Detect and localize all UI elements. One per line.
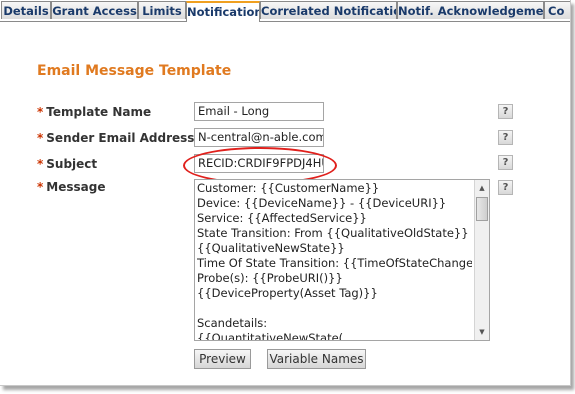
message-line: State Transition: From {{QualitativeOldS…	[197, 226, 472, 240]
message-label: * Message	[37, 180, 105, 194]
subject-label: * Subject	[37, 157, 97, 171]
tab-notification[interactable]: Notification	[186, 1, 260, 22]
message-label-text: Message	[46, 180, 106, 194]
template-name-label: * Template Name	[37, 105, 151, 119]
tab-details[interactable]: Details	[1, 1, 51, 19]
required-marker: *	[37, 131, 44, 145]
subject-help-button[interactable]: ?	[498, 155, 513, 170]
sender-email-input[interactable]: N-central@n-able.com	[194, 128, 324, 147]
required-marker: *	[37, 180, 44, 194]
required-marker: *	[37, 157, 44, 171]
message-line	[197, 301, 472, 316]
template-name-input[interactable]: Email - Long	[194, 102, 324, 121]
message-scrollbar[interactable]: ▲ ▼	[474, 180, 489, 340]
message-line: {{DeviceProperty(Asset Tag)}}	[197, 286, 378, 300]
template-name-label-text: Template Name	[46, 105, 152, 119]
template-name-help-button[interactable]: ?	[498, 104, 513, 119]
tab-correlated-notification[interactable]: Correlated Notification	[260, 1, 397, 19]
tab-limits[interactable]: Limits	[138, 1, 186, 19]
message-line: {{QuantitativeNewState(	[197, 331, 344, 341]
section-title: Email Message Template	[37, 63, 232, 79]
message-help-button[interactable]: ?	[498, 180, 513, 195]
variable-names-button[interactable]: Variable Names	[267, 349, 366, 369]
tab-co[interactable]: Co	[544, 1, 570, 19]
scroll-thumb[interactable]	[476, 197, 488, 221]
message-line: Time Of State Transition: {{TimeOfStateC…	[197, 256, 472, 270]
tab-grant-access[interactable]: Grant Access	[51, 1, 138, 19]
sender-email-help-button[interactable]: ?	[498, 130, 513, 145]
message-line: Service: {{AffectedService}}	[197, 211, 367, 225]
preview-button[interactable]: Preview	[194, 349, 251, 369]
message-line: Scandetails:	[197, 316, 268, 330]
message-line: Device: {{DeviceName}} - {{DeviceURI}}	[197, 196, 447, 210]
scroll-down-icon[interactable]: ▼	[475, 325, 489, 339]
subject-label-text: Subject	[46, 157, 98, 171]
window-frame: Details Grant Access Limits Notification…	[0, 0, 571, 386]
tab-notif-acknowledgement[interactable]: Notif. Acknowledgement	[397, 1, 544, 19]
message-text: Customer: {{CustomerName}} Device: {{Devi…	[197, 181, 472, 341]
message-textarea[interactable]: Customer: {{CustomerName}} Device: {{Devi…	[194, 179, 490, 341]
message-line: Customer: {{CustomerName}}	[197, 181, 380, 195]
sender-email-label-text: Sender Email Address	[46, 131, 195, 145]
tab-bar: Details Grant Access Limits Notification…	[0, 0, 570, 22]
required-marker: *	[37, 105, 44, 119]
message-line: Probe(s): {{ProbeURI()}}	[197, 271, 343, 285]
message-line: {{QualitativeNewState}}	[197, 241, 345, 255]
sender-email-label: * Sender Email Address	[37, 131, 194, 145]
scroll-up-icon[interactable]: ▲	[475, 181, 489, 195]
